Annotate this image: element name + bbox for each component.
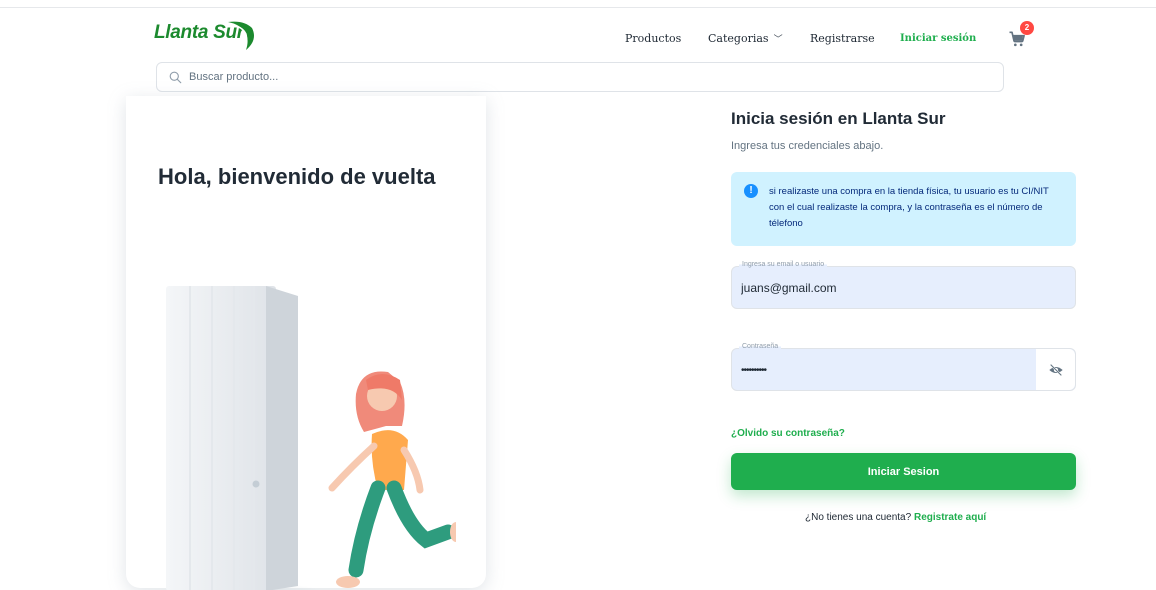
- nav-iniciar-sesion[interactable]: Iniciar sesión: [900, 33, 976, 44]
- top-divider: [0, 7, 1156, 8]
- nav-categorias[interactable]: Categorias ﹀: [708, 32, 783, 45]
- register-link[interactable]: Registrate aquí: [914, 512, 986, 523]
- login-subtitle: Ingresa tus credenciales abajo.: [731, 140, 884, 152]
- email-field[interactable]: Ingresa su email o usuario: [731, 261, 1076, 309]
- email-input[interactable]: [741, 279, 1021, 297]
- welcome-card: Hola, bienvenido de vuelta: [126, 96, 486, 590]
- nav-categorias-label: Categorias: [708, 32, 769, 45]
- tire-logo-icon: [228, 21, 254, 50]
- no-account-text: ¿No tienes una cuenta?: [805, 512, 912, 523]
- nav-productos[interactable]: Productos: [625, 32, 681, 45]
- search-bar[interactable]: [156, 62, 1004, 92]
- info-alert-text: si realizaste una compra en la tienda fí…: [769, 186, 1049, 229]
- nav-registrarse[interactable]: Registrarse: [810, 32, 875, 45]
- info-icon: !: [744, 184, 758, 198]
- cart-count-badge: 2: [1020, 21, 1034, 35]
- cart-button[interactable]: 2: [1005, 21, 1035, 51]
- info-alert: ! si realizaste una compra en la tienda …: [731, 172, 1076, 246]
- welcome-heading: Hola, bienvenido de vuelta: [158, 164, 436, 189]
- login-title: Inicia sesión en Llanta Sur: [731, 109, 946, 128]
- llanta-sur-logo[interactable]: Llanta Sur: [154, 18, 264, 54]
- search-input[interactable]: [189, 67, 969, 87]
- password-field[interactable]: Contraseña: [731, 343, 1076, 391]
- register-prompt: ¿No tienes una cuenta? Registrate aquí: [805, 512, 986, 523]
- running-girl-door-illustration: [160, 286, 456, 590]
- password-input[interactable]: [741, 361, 1021, 379]
- eye-off-icon: [1049, 363, 1063, 377]
- chevron-down-icon: ﹀: [773, 35, 783, 45]
- login-button[interactable]: Iniciar Sesion: [731, 453, 1076, 490]
- forgot-password-link[interactable]: ¿Olvido su contraseña?: [731, 428, 845, 439]
- toggle-password-visibility-button[interactable]: [1035, 349, 1075, 390]
- search-icon: [169, 71, 182, 84]
- email-field-label: Ingresa su email o usuario: [739, 261, 828, 268]
- password-field-label: Contraseña: [739, 343, 782, 350]
